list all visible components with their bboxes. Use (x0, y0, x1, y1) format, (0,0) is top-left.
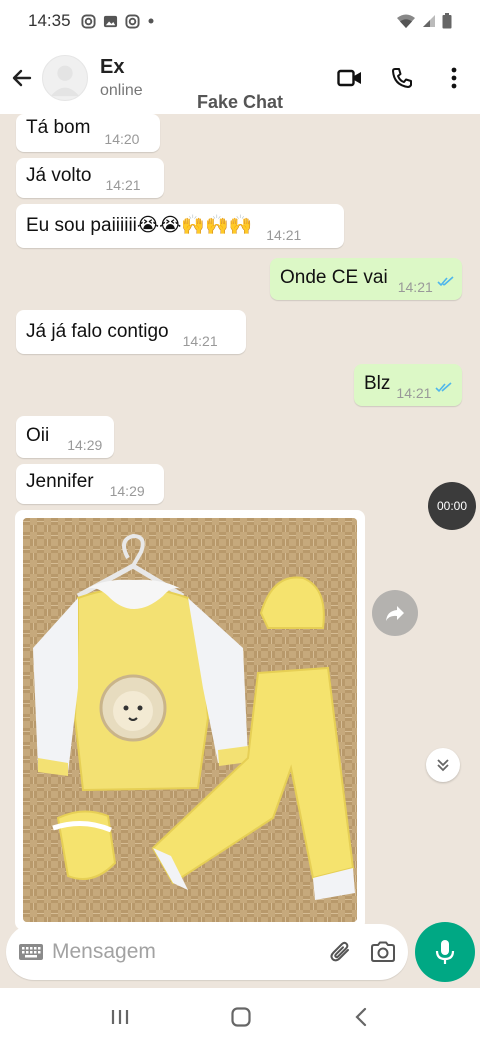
mic-icon (435, 940, 455, 964)
message-composer[interactable]: Mensagem (6, 924, 408, 980)
screen: 14:35 Ex online Fake Chat Tá bom 14:20 J… (0, 0, 480, 1046)
phone-icon (392, 68, 412, 88)
message-bubble-outgoing[interactable]: Blz 14:21 (354, 364, 462, 406)
instagram-icon-2 (125, 13, 140, 29)
message-text: Onde CE vai (280, 267, 388, 288)
chat-area[interactable]: Tá bom 14:20 Já volto 14:21 Eu sou paiii… (0, 114, 480, 930)
contact-name: Ex (100, 56, 125, 78)
attach-icon[interactable] (328, 939, 354, 965)
message-time: 14:20 (104, 131, 140, 147)
forward-icon (386, 606, 404, 621)
recent-apps-icon[interactable] (109, 1007, 131, 1027)
status-bar: 14:35 (0, 0, 480, 42)
message-text: Oii (26, 425, 50, 446)
chevron-double-down-icon (437, 759, 449, 772)
message-bubble[interactable]: Eu sou paiiiiii😭😭🙌🙌🙌 14:21 (16, 204, 344, 248)
scroll-to-bottom-button[interactable] (426, 748, 460, 782)
gallery-icon (103, 15, 117, 27)
double-check-icon (435, 377, 452, 406)
more-icon (451, 67, 457, 89)
message-text: Jennifer (26, 471, 94, 492)
timer-badge[interactable]: 00:00 (428, 482, 476, 530)
forward-button[interactable] (372, 590, 418, 636)
message-bubble[interactable]: Oii 14:29 (16, 416, 114, 458)
status-time: 14:35 (28, 11, 71, 30)
nav-back-icon[interactable] (351, 1006, 371, 1028)
system-nav-bar (0, 988, 480, 1046)
composer-actions (328, 939, 396, 965)
message-text: Já já falo contigo (26, 321, 169, 342)
video-call-icon (337, 69, 361, 87)
message-time: 14:21 (396, 385, 432, 401)
image-message[interactable] (15, 510, 365, 930)
message-time: 14:29 (109, 483, 145, 499)
message-time: 14:21 (266, 227, 302, 243)
message-text: Tá bom (26, 117, 91, 138)
message-bubble[interactable]: Já já falo contigo 14:21 (16, 310, 246, 354)
wifi-icon (397, 14, 415, 28)
message-time: 14:21 (182, 333, 218, 349)
battery-icon (442, 13, 452, 29)
keyboard-icon[interactable] (18, 943, 44, 961)
message-bubble-outgoing[interactable]: Onde CE vai 14:21 (270, 258, 462, 300)
photo-illustration (23, 518, 357, 922)
instagram-icon (81, 13, 96, 29)
app-label: Fake Chat (196, 92, 284, 112)
message-time: 14:21 (105, 177, 141, 193)
home-icon[interactable] (230, 1006, 252, 1028)
message-input[interactable]: Mensagem (52, 940, 156, 964)
message-bubble[interactable]: Jennifer 14:29 (16, 464, 164, 504)
status-right (396, 13, 452, 29)
message-text: Blz (364, 373, 391, 394)
message-bubble[interactable]: Tá bom 14:20 (16, 114, 160, 152)
dot-icon (148, 18, 154, 24)
photo-baby-outfit[interactable] (23, 518, 357, 922)
message-time: 14:29 (67, 437, 103, 453)
message-text: Eu sou paiiiiii😭😭🙌🙌🙌 (26, 215, 253, 236)
camera-icon[interactable] (370, 941, 396, 963)
message-bubble[interactable]: Já volto 14:21 (16, 158, 164, 198)
message-time: 14:21 (397, 279, 433, 295)
notification-icons (81, 13, 155, 29)
message-text: Já volto (26, 165, 92, 186)
signal-icon (423, 15, 435, 27)
mic-button[interactable] (415, 922, 475, 982)
back-arrow-icon (12, 69, 32, 87)
double-check-icon (437, 271, 454, 300)
